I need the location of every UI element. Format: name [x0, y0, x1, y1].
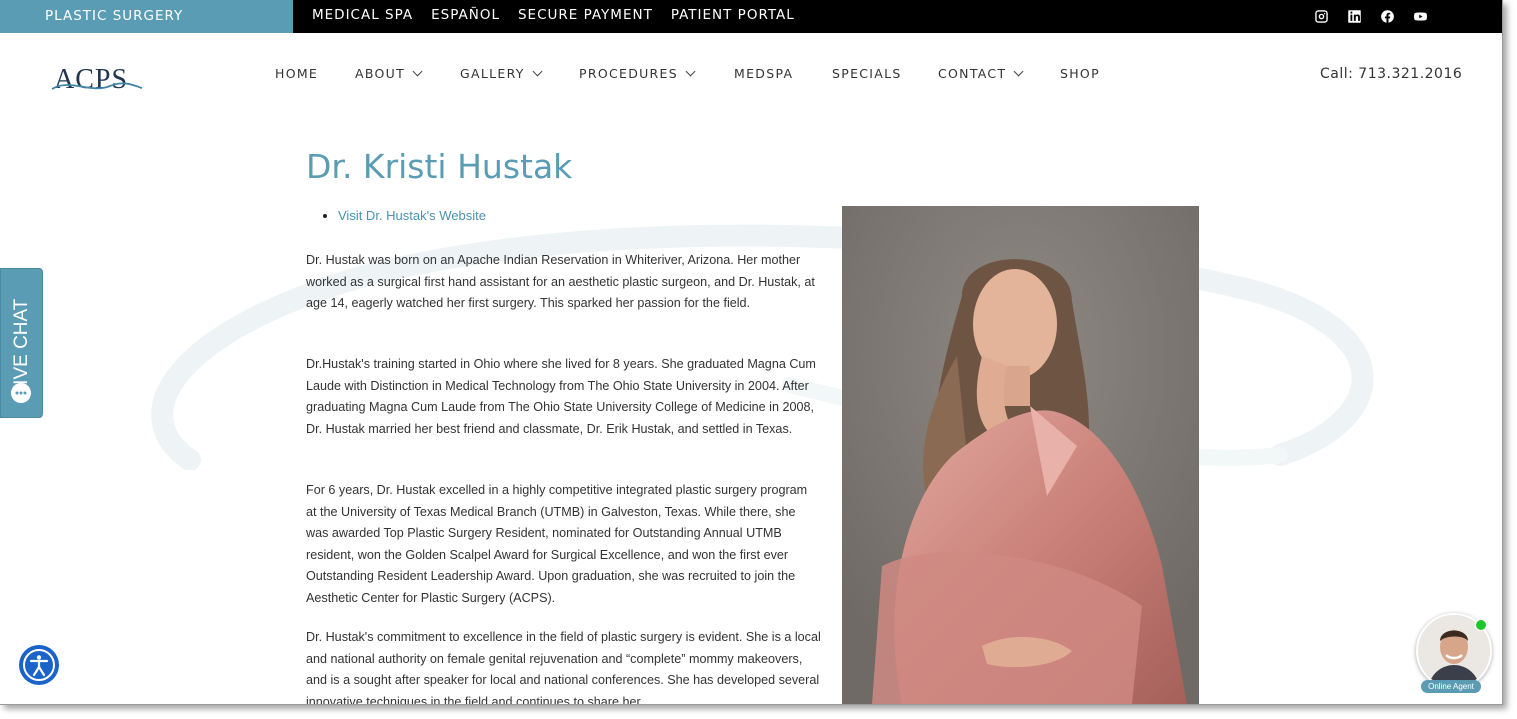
- top-bar: PLASTIC SURGERY MEDICAL SPA ESPAÑOL SECU…: [0, 0, 1502, 33]
- nav-item-gallery[interactable]: GALLERY: [460, 66, 543, 81]
- nav-item-procedures[interactable]: PROCEDURES: [579, 66, 696, 81]
- chevron-down-icon: [412, 66, 423, 77]
- online-status-dot: [1475, 619, 1487, 631]
- chevron-down-icon: [685, 66, 696, 77]
- bio-paragraph-1: Dr. Hustak was born on an Apache Indian …: [306, 253, 815, 310]
- chevron-down-icon: [532, 66, 543, 77]
- bio-paragraph-3: For 6 years, Dr. Hustak excelled in a hi…: [306, 483, 808, 605]
- facebook-icon[interactable]: [1378, 7, 1396, 25]
- nav-item-specials[interactable]: SPECIALS: [832, 66, 902, 81]
- plastic-surgery-tab[interactable]: PLASTIC SURGERY: [0, 0, 293, 33]
- nav-item-medspa[interactable]: MEDSPA: [734, 66, 793, 81]
- nav-item-home[interactable]: HOME: [275, 66, 318, 81]
- nav-item-label: MEDSPA: [734, 66, 794, 81]
- nav-item-about[interactable]: ABOUT: [355, 66, 423, 81]
- top-link-medical-spa[interactable]: MEDICAL SPA: [312, 0, 413, 33]
- nav-item-label: ABOUT: [355, 66, 406, 81]
- nav-item-label: SHOP: [1060, 66, 1100, 81]
- nav-item-contact[interactable]: CONTACT: [938, 66, 1024, 81]
- page-frame: PLASTIC SURGERY MEDICAL SPA ESPAÑOL SECU…: [0, 0, 1503, 705]
- svg-text:ACPS: ACPS: [54, 64, 128, 95]
- online-agent-label[interactable]: Online Agent: [1421, 680, 1481, 693]
- nav-item-label: GALLERY: [460, 66, 525, 81]
- linkedin-icon[interactable]: [1345, 7, 1363, 25]
- nav-item-label: CONTACT: [938, 66, 1007, 81]
- doctor-portrait: [842, 206, 1199, 704]
- live-chat-tab[interactable]: LIVE CHAT: [0, 268, 43, 418]
- top-links: MEDICAL SPA ESPAÑOL SECURE PAYMENT PATIE…: [312, 0, 813, 33]
- acps-logo[interactable]: ACPS: [50, 58, 150, 98]
- bio-paragraph-4: Dr. Hustak's commitment to excellence in…: [306, 630, 821, 705]
- youtube-icon[interactable]: [1411, 7, 1429, 25]
- nav-item-label: PROCEDURES: [579, 66, 678, 81]
- call-phone[interactable]: Call: 713.321.2016: [1320, 66, 1462, 82]
- instagram-icon[interactable]: [1312, 7, 1330, 25]
- nav-item-shop[interactable]: SHOP: [1060, 66, 1100, 81]
- top-link-espanol[interactable]: ESPAÑOL: [431, 0, 500, 33]
- top-link-patient-portal[interactable]: PATIENT PORTAL: [671, 0, 795, 33]
- top-link-secure-payment[interactable]: SECURE PAYMENT: [518, 0, 653, 33]
- bio-paragraph-2: Dr.Hustak's training started in Ohio whe…: [306, 357, 816, 436]
- chevron-down-icon: [1013, 66, 1024, 77]
- page-title: Dr. Kristi Hustak: [306, 147, 573, 186]
- website-link[interactable]: Visit Dr. Hustak's Website: [338, 208, 486, 223]
- accessibility-icon[interactable]: [19, 645, 59, 685]
- website-link-item: Visit Dr. Hustak's Website: [323, 208, 486, 223]
- nav-item-label: SPECIALS: [832, 66, 902, 81]
- nav-item-label: HOME: [275, 66, 319, 81]
- chat-bubble-icon: [11, 383, 31, 403]
